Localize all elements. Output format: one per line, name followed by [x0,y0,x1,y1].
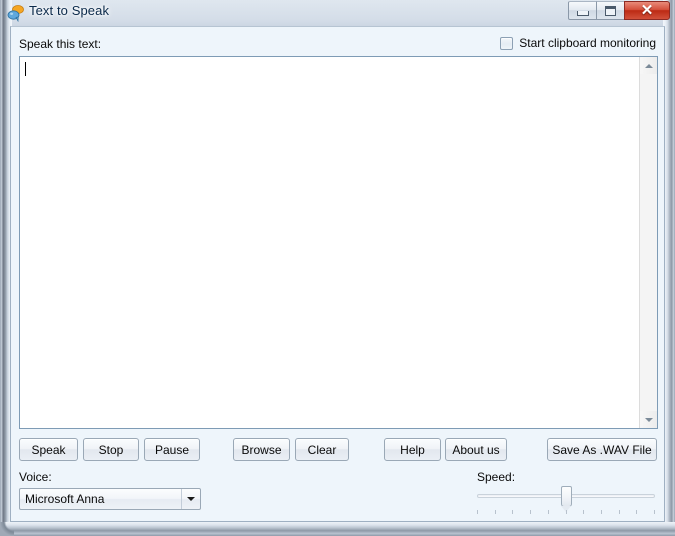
window-corner-bottom-left [0,522,14,536]
speed-tick [530,510,531,514]
speed-tick [619,510,620,514]
window-title: Text to Speak [29,3,110,18]
pause-button[interactable]: Pause [144,438,200,461]
minimize-icon [576,10,589,16]
scroll-down-arrow-icon [644,417,653,422]
voice-selected-value: Microsoft Anna [25,492,105,506]
close-icon: ✕ [640,2,654,19]
clipboard-monitoring-label: Start clipboard monitoring [519,36,656,50]
help-button[interactable]: Help [384,438,441,461]
speak-button[interactable]: Speak [19,438,78,461]
speak-text-label: Speak this text: [19,37,102,51]
window-border-bottom [0,522,675,536]
minimize-button[interactable] [568,1,597,20]
client-area: Speak this text: Start clipboard monitor… [10,26,665,522]
speed-tick [495,510,496,514]
chevron-down-icon [187,497,195,501]
scroll-up-button[interactable] [640,57,657,74]
speed-tick [654,510,655,514]
speak-text-input[interactable] [19,56,658,429]
speed-tick [566,510,567,514]
title-bar[interactable]: Text to Speak ✕ [0,0,675,26]
browse-button[interactable]: Browse [233,438,290,461]
voice-label: Voice: [19,470,52,484]
clipboard-monitoring-checkbox[interactable] [500,36,514,50]
scroll-up-arrow-icon [644,63,653,68]
speech-bubbles-icon [7,4,25,23]
speak-text-input-area[interactable] [20,57,639,428]
voice-dropdown-button[interactable] [181,489,200,509]
scroll-down-button[interactable] [640,411,657,428]
window-controls: ✕ [568,1,670,21]
speed-tick [583,510,584,514]
speed-tick [636,510,637,514]
clipboard-monitoring-row[interactable]: Start clipboard monitoring [500,36,656,50]
scrollbar-track[interactable] [640,74,657,411]
speed-tick [601,510,602,514]
clear-button[interactable]: Clear [295,438,349,461]
maximize-button[interactable] [596,1,625,20]
speed-tick [477,510,478,514]
speed-tick [512,510,513,514]
speed-slider-ticks [477,510,655,517]
voice-select[interactable]: Microsoft Anna [19,488,201,510]
speed-slider-thumb[interactable] [561,486,572,512]
text-caret [25,62,26,76]
stop-button[interactable]: Stop [83,438,139,461]
speed-slider[interactable] [473,482,659,522]
about-us-button[interactable]: About us [445,438,507,461]
maximize-icon [605,5,616,16]
speed-tick [548,510,549,514]
vertical-scrollbar[interactable] [639,57,657,428]
application-window: Text to Speak ✕ Speak this text: Start c… [0,0,675,536]
close-button[interactable]: ✕ [624,1,670,20]
save-wav-button[interactable]: Save As .WAV File [547,438,657,461]
